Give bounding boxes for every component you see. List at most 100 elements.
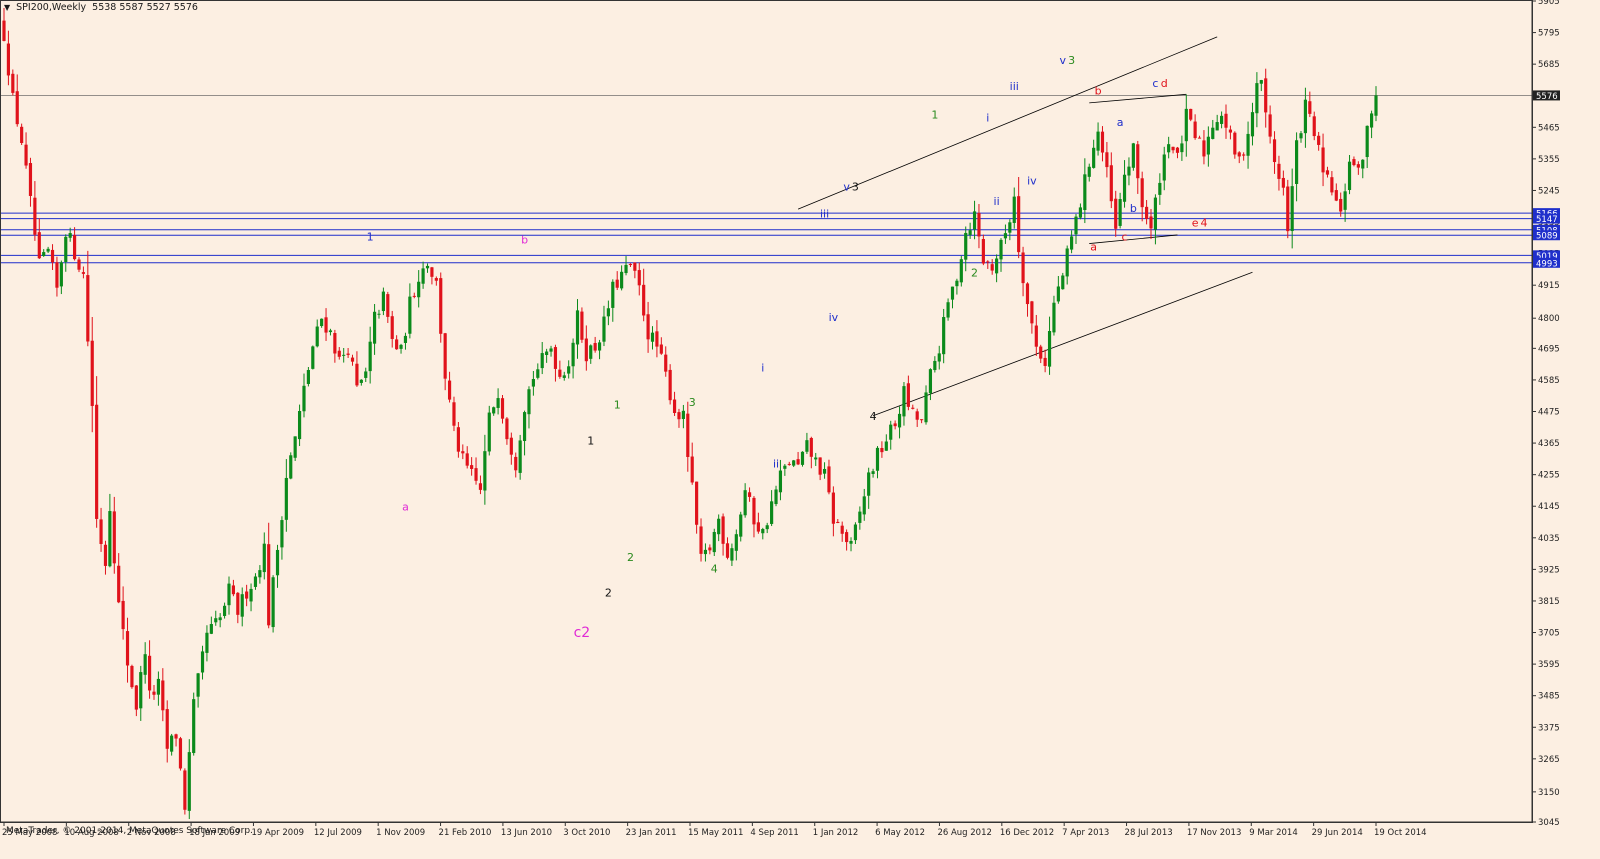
- candle-body: [81, 272, 85, 274]
- wave-label: a: [402, 501, 409, 514]
- candle-body: [597, 342, 602, 351]
- candle-body: [196, 673, 200, 697]
- candle-body: [964, 232, 968, 260]
- candle-body: [103, 544, 108, 566]
- candle-body: [121, 600, 125, 630]
- candle-body: [884, 441, 888, 451]
- candle-body: [893, 423, 897, 427]
- candle-body: [514, 456, 518, 471]
- wave-label: 3: [1068, 54, 1075, 67]
- candle-body: [333, 333, 337, 354]
- y-tick-label: 3045: [1538, 818, 1560, 828]
- candle-body: [624, 264, 628, 274]
- wave-label: a: [1090, 241, 1097, 254]
- candle-body: [412, 295, 416, 297]
- x-tick-label: 9 Mar 2014: [1249, 828, 1297, 838]
- candle-body: [593, 342, 597, 351]
- candle-body: [152, 691, 156, 695]
- candle-body: [906, 383, 910, 407]
- candle-body: [1290, 186, 1294, 232]
- candle-body: [800, 451, 805, 465]
- chart-menu-icon[interactable]: ▼: [4, 3, 10, 12]
- wave-label: b: [521, 234, 528, 247]
- candle-body: [262, 543, 266, 573]
- y-tick-label: 3485: [1538, 692, 1560, 702]
- candle-body: [447, 380, 452, 400]
- candle-body: [1008, 222, 1012, 233]
- candle-body: [889, 424, 893, 440]
- candle-body: [827, 466, 831, 493]
- candle-body: [28, 163, 33, 196]
- candle-body: [249, 588, 253, 602]
- candle-body: [990, 264, 994, 271]
- candle-body: [68, 233, 72, 238]
- price-level-box-label: 5576: [1536, 92, 1558, 102]
- candle-body: [787, 463, 791, 465]
- candle-body: [620, 271, 624, 289]
- candle-body: [1325, 170, 1330, 175]
- candle-body: [1299, 133, 1303, 139]
- candle-body: [320, 318, 324, 327]
- wave-label: 1: [367, 231, 374, 244]
- candle-body: [1352, 159, 1356, 166]
- price-level-box-label: 5147: [1536, 215, 1558, 225]
- candle-body: [90, 340, 94, 406]
- candle-body: [280, 520, 284, 548]
- candle-body: [125, 631, 130, 666]
- candle-body: [95, 404, 99, 519]
- candle-body: [871, 471, 875, 474]
- candle-body: [386, 294, 390, 317]
- candle-body: [531, 379, 535, 387]
- candle-body: [425, 265, 430, 269]
- candle-body: [655, 331, 659, 347]
- y-tick-label: 3925: [1538, 565, 1560, 575]
- candle-body: [311, 346, 315, 369]
- candle-body: [703, 549, 708, 555]
- chart-ohlc-readout: 5538 5587 5527 5576: [92, 2, 198, 13]
- candle-body: [721, 516, 725, 544]
- x-tick-label: 1 Nov 2009: [376, 828, 425, 838]
- candle-body: [986, 261, 990, 263]
- x-tick-label: 23 Jan 2011: [626, 828, 677, 838]
- candle-body: [147, 655, 152, 691]
- candle-body: [46, 248, 50, 252]
- candle-body: [37, 232, 41, 259]
- candle-body: [650, 332, 655, 342]
- y-tick-label: 5685: [1538, 60, 1560, 70]
- candle-body: [677, 412, 681, 420]
- candle-body: [589, 345, 593, 359]
- candle-body: [937, 353, 941, 362]
- copyright-text: MetaTrader, © 2001-2014, MetaQuotes Soft…: [6, 826, 253, 836]
- candle-body: [611, 281, 615, 308]
- candle-body: [1153, 197, 1158, 230]
- candle-body: [231, 585, 235, 595]
- candle-body: [1228, 129, 1233, 133]
- candle-body: [1237, 152, 1241, 157]
- candlestick-chart[interactable]: 1abc2121234iiiiiiivv 3412iiiiiiivv 3baabcc…: [0, 0, 1600, 855]
- candle-body: [267, 544, 271, 626]
- candle-body: [143, 654, 147, 675]
- candle-body: [920, 419, 924, 421]
- candle-body: [443, 333, 447, 379]
- wave-label: iv: [1027, 175, 1037, 188]
- candle-body: [1242, 154, 1246, 156]
- candle-body: [350, 357, 355, 362]
- candle-body: [858, 511, 862, 523]
- candle-body: [672, 399, 677, 414]
- wave-label: ii: [994, 195, 1000, 208]
- candle-body: [50, 249, 55, 263]
- wave-label: 4: [1200, 216, 1207, 229]
- candle-body: [558, 369, 562, 377]
- candle-body: [1140, 178, 1144, 208]
- candle-body: [1343, 191, 1347, 210]
- candle-body: [452, 402, 456, 426]
- candle-body: [761, 529, 765, 534]
- candle-body: [836, 521, 840, 524]
- candle-body: [642, 284, 646, 316]
- candle-body: [470, 465, 474, 469]
- wave-label: c: [1122, 231, 1128, 244]
- candle-body: [646, 314, 650, 340]
- candle-body: [1100, 131, 1105, 153]
- candle-body: [1012, 196, 1016, 223]
- candle-body: [770, 501, 774, 524]
